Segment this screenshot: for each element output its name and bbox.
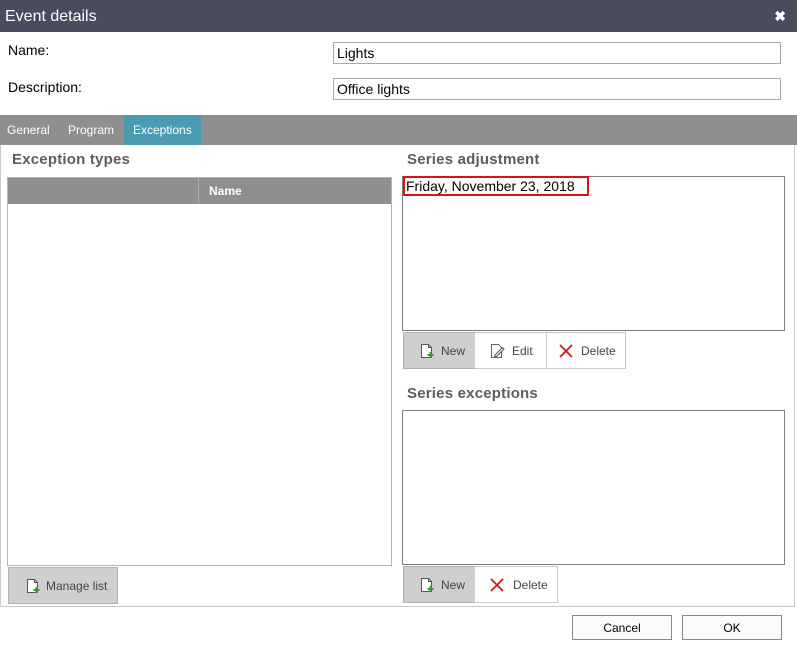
series-adjustment-delete-button[interactable]: Delete (546, 332, 626, 369)
description-input[interactable] (333, 78, 781, 100)
new-document-icon (421, 578, 434, 592)
tab-exceptions[interactable]: Exceptions (124, 115, 201, 145)
column-divider (198, 178, 199, 204)
description-label: Description: (8, 79, 82, 95)
series-adjustment-new-button[interactable]: New (403, 332, 476, 369)
grid-column-name[interactable]: Name (209, 184, 242, 198)
series-adjustment-item[interactable]: Friday, November 23, 2018 (403, 176, 589, 196)
name-label: Name: (8, 42, 50, 58)
exception-types-heading: Exception types (12, 151, 131, 168)
manage-list-button[interactable]: Manage list (8, 567, 118, 604)
series-exceptions-new-button[interactable]: New (403, 566, 476, 603)
edit-pencil-icon (491, 344, 505, 358)
window-title: Event details (5, 8, 97, 25)
ok-button[interactable]: OK (682, 615, 782, 640)
tab-general[interactable]: General (0, 115, 57, 145)
series-exceptions-heading: Series exceptions (407, 385, 538, 402)
new-label: New (441, 344, 466, 358)
exception-types-grid[interactable]: Name (7, 177, 392, 566)
delete-label: Delete (513, 578, 548, 592)
cancel-button[interactable]: Cancel (572, 615, 672, 640)
close-icon[interactable]: ✖ (774, 8, 786, 25)
new-document-icon (421, 344, 434, 358)
delete-x-icon (559, 344, 573, 358)
manage-list-label: Manage list (46, 579, 108, 593)
new-document-icon (27, 579, 40, 593)
series-adjustment-edit-button[interactable]: Edit (475, 332, 547, 369)
delete-label: Delete (581, 344, 616, 358)
series-exceptions-delete-button[interactable]: Delete (475, 566, 558, 603)
new-label: New (441, 578, 466, 592)
series-adjustment-list[interactable]: Friday, November 23, 2018 (402, 176, 785, 331)
grid-header: Name (8, 178, 391, 204)
delete-x-icon (490, 578, 504, 592)
series-exceptions-list[interactable] (402, 410, 785, 565)
edit-label: Edit (512, 344, 533, 358)
tab-program[interactable]: Program (61, 115, 121, 145)
series-adjustment-heading: Series adjustment (407, 151, 540, 168)
name-input[interactable] (333, 42, 781, 64)
title-bar: Event details ✖ (0, 0, 797, 32)
tab-bar: General Program Exceptions (0, 115, 797, 145)
